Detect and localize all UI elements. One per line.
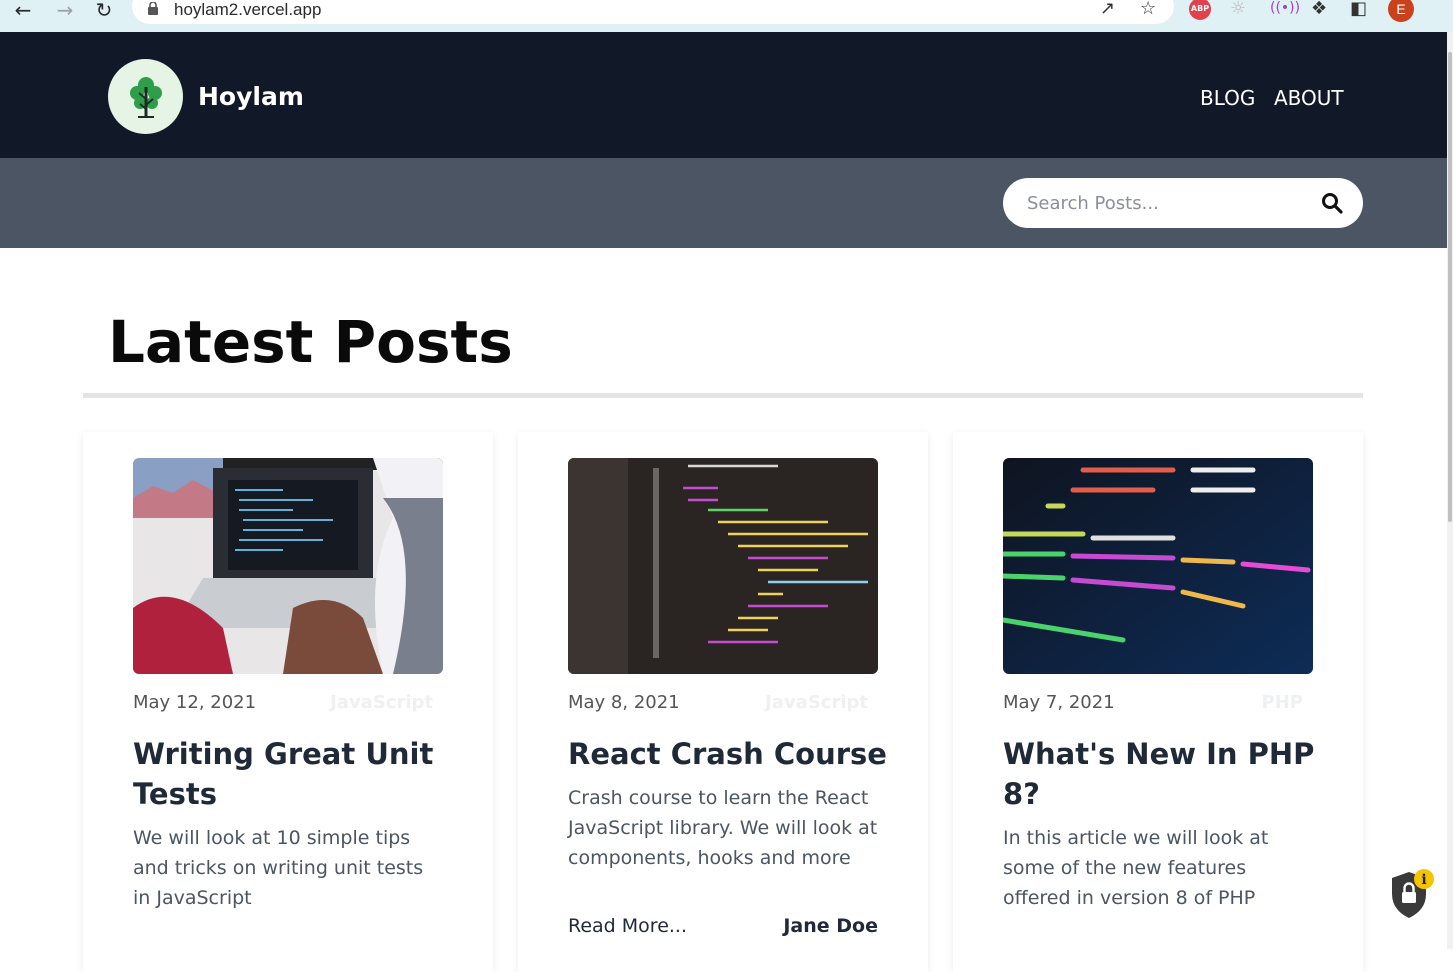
post-excerpt: In this article we will look at some of … xyxy=(1003,827,1269,909)
profile-avatar[interactable]: E xyxy=(1388,0,1414,22)
tree-icon xyxy=(129,76,162,118)
site-header: Hoylam BLOG ABOUT xyxy=(0,32,1447,158)
post-card[interactable]: May 8, 2021 JavaScript React Crash Cours… xyxy=(518,432,928,972)
site-logo[interactable] xyxy=(108,59,183,134)
url-text[interactable]: hoylam2.vercel.app xyxy=(174,0,321,20)
search-box xyxy=(1003,178,1363,228)
forward-icon[interactable]: → xyxy=(54,0,76,22)
post-excerpt: Crash course to learn the React JavaScri… xyxy=(568,787,878,869)
broadcast-extension-icon[interactable]: ((•)) xyxy=(1270,0,1300,16)
post-title[interactable]: What's New In PHP 8? xyxy=(1003,734,1323,814)
bookmark-star-icon[interactable]: ☆ xyxy=(1140,0,1156,19)
privacy-shield-icon[interactable]: i xyxy=(1388,868,1434,920)
page-title: Latest Posts xyxy=(108,308,513,376)
search-band xyxy=(0,158,1447,248)
adblock-extension-icon[interactable]: ABP xyxy=(1189,0,1211,20)
read-more-link[interactable]: Read More... xyxy=(568,915,687,937)
post-category[interactable]: PHP xyxy=(1262,692,1303,713)
lock-icon[interactable] xyxy=(148,2,158,15)
side-panel-icon[interactable]: ◧ xyxy=(1350,0,1367,19)
scrollbar-thumb[interactable] xyxy=(1448,52,1452,522)
browser-toolbar: ← → ↻ hoylam2.vercel.app ↗ ☆ ABP ☼ ((•))… xyxy=(0,0,1453,32)
post-date: May 8, 2021 xyxy=(568,692,680,713)
page-scrollbar[interactable] xyxy=(1447,32,1453,949)
post-category[interactable]: JavaScript xyxy=(765,692,868,713)
post-title[interactable]: Writing Great Unit Tests xyxy=(133,734,453,814)
nav-blog-link[interactable]: BLOG xyxy=(1200,86,1255,110)
post-excerpt: We will look at 10 simple tips and trick… xyxy=(133,827,424,909)
post-title[interactable]: React Crash Course xyxy=(568,734,888,774)
post-thumbnail[interactable] xyxy=(568,458,878,674)
brand-name[interactable]: Hoylam xyxy=(198,82,304,111)
post-thumbnail[interactable] xyxy=(1003,458,1313,674)
search-input[interactable] xyxy=(1027,190,1307,216)
post-category[interactable]: JavaScript xyxy=(330,692,433,713)
back-icon[interactable]: ← xyxy=(12,0,34,22)
post-date: May 12, 2021 xyxy=(133,692,257,713)
extensions-puzzle-icon[interactable]: ❖ xyxy=(1311,0,1327,19)
share-icon[interactable]: ↗ xyxy=(1100,0,1115,19)
extension-loading-icon[interactable]: ☼ xyxy=(1230,0,1246,19)
post-card[interactable]: May 12, 2021 JavaScript Writing Great Un… xyxy=(83,432,493,972)
title-divider xyxy=(83,393,1363,398)
search-icon[interactable] xyxy=(1321,192,1343,214)
reload-icon[interactable]: ↻ xyxy=(93,0,115,22)
svg-text:i: i xyxy=(1421,872,1426,888)
nav-about-link[interactable]: ABOUT xyxy=(1274,86,1344,110)
post-card[interactable]: May 7, 2021 PHP What's New In PHP 8? In … xyxy=(953,432,1363,972)
post-thumbnail[interactable] xyxy=(133,458,443,674)
post-author: Jane Doe xyxy=(783,915,878,937)
post-date: May 7, 2021 xyxy=(1003,692,1115,713)
